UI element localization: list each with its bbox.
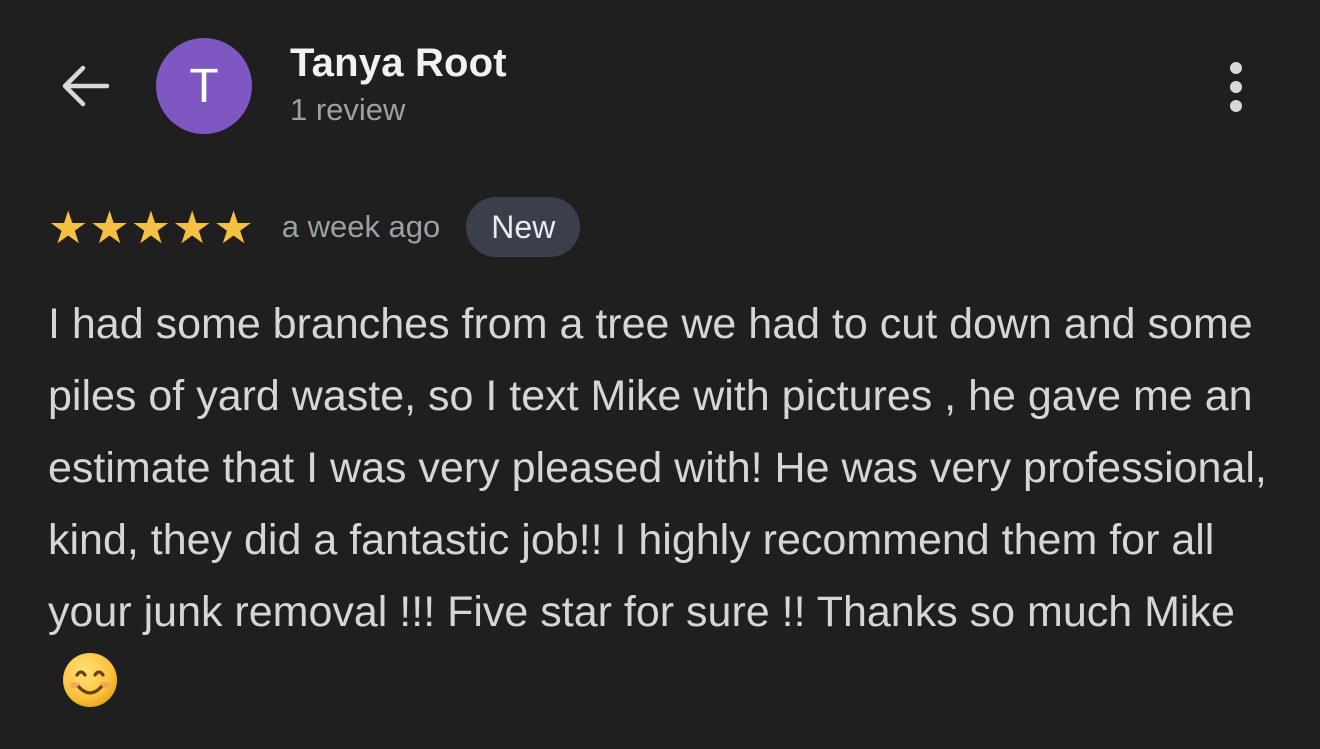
review-time: a week ago [281,209,441,244]
review-meta: ★ ★ ★ ★ ★ a week ago New [48,196,581,258]
star-rating: ★ ★ ★ ★ ★ [48,205,254,250]
star-icon: ★ [172,201,213,253]
review-text: I had some branches from a tree we had t… [48,300,1267,636]
more-options-button[interactable] [1212,56,1260,118]
star-icon: ★ [89,201,130,253]
back-button[interactable] [52,56,116,116]
avatar[interactable]: T [156,38,252,134]
star-icon: ★ [48,201,89,253]
arrow-left-icon [62,65,110,107]
star-icon: ★ [213,201,254,253]
review-screen: T Tanya Root 1 review ★ ★ ★ ★ ★ a week ago N… [0,0,1320,749]
review-count: 1 review [290,92,406,127]
reviewer-name[interactable]: Tanya Root [290,41,507,86]
new-badge: New [466,197,581,257]
review-body: I had some branches from a tree we had t… [48,288,1268,730]
smiling-face-icon [62,652,118,730]
star-icon: ★ [130,201,172,253]
more-vertical-icon [1230,62,1242,112]
